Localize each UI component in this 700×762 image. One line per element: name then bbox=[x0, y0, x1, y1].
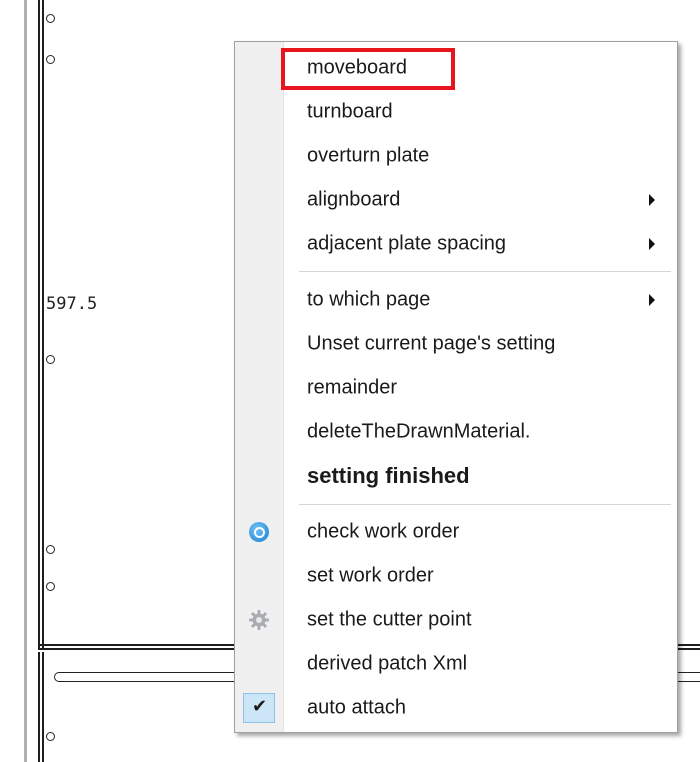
hole-marker bbox=[46, 582, 55, 591]
checkmark-icon: ✔ bbox=[243, 693, 275, 723]
menu-item-label: set work order bbox=[307, 564, 434, 587]
submenu-arrow-icon bbox=[649, 194, 655, 206]
menu-item-label: deleteTheDrawnMaterial. bbox=[307, 420, 531, 443]
menu-item-label: auto attach bbox=[307, 696, 406, 719]
canvas-frame-line bbox=[38, 652, 40, 762]
submenu-arrow-icon bbox=[649, 294, 655, 306]
menu-item-to-which-page[interactable]: to which page bbox=[235, 278, 677, 322]
coordinate-label: 597.5 bbox=[46, 294, 98, 314]
submenu-arrow-icon bbox=[649, 238, 655, 250]
menu-item-overturn-plate[interactable]: overturn plate bbox=[235, 134, 677, 178]
menu-item-label: alignboard bbox=[307, 188, 401, 211]
menu-item-setting-finished[interactable]: setting finished bbox=[235, 454, 677, 498]
menu-item-turnboard[interactable]: turnboard bbox=[235, 90, 677, 134]
menu-item-moveboard[interactable]: moveboard bbox=[235, 46, 677, 90]
menu-item-label: check work order bbox=[307, 520, 460, 543]
menu-item-label: moveboard bbox=[307, 56, 408, 79]
menu-item-label: set the cutter point bbox=[307, 608, 472, 631]
search-icon bbox=[249, 522, 269, 542]
canvas-frame-line bbox=[38, 0, 40, 648]
menu-item-set-work-order[interactable]: set work order bbox=[235, 554, 677, 598]
hole-marker bbox=[46, 355, 55, 364]
context-menu: moveboard turnboard overturn plate align… bbox=[234, 41, 678, 733]
menu-item-label: derived patch Xml bbox=[307, 652, 468, 675]
menu-separator bbox=[299, 504, 671, 506]
hole-marker bbox=[46, 545, 55, 554]
canvas-frame-line bbox=[42, 652, 44, 762]
gear-icon bbox=[249, 610, 269, 630]
menu-item-label: setting finished bbox=[307, 463, 470, 488]
menu-item-alignboard[interactable]: alignboard bbox=[235, 178, 677, 222]
menu-item-unset-page-setting[interactable]: Unset current page's setting bbox=[235, 322, 677, 366]
menu-item-remainder[interactable]: remainder bbox=[235, 366, 677, 410]
menu-item-label: overturn plate bbox=[307, 144, 430, 167]
menu-item-label: adjacent plate spacing bbox=[307, 232, 507, 255]
menu-item-label: turnboard bbox=[307, 100, 393, 123]
canvas-frame-line bbox=[42, 0, 44, 648]
menu-item-derived-patch-xml[interactable]: derived patch Xml bbox=[235, 642, 677, 686]
board-outline bbox=[54, 672, 256, 682]
menu-separator bbox=[299, 271, 671, 273]
menu-item-label: remainder bbox=[307, 376, 398, 399]
canvas-left-border bbox=[24, 0, 27, 762]
menu-item-adjacent-plate-spacing[interactable]: adjacent plate spacing bbox=[235, 222, 677, 266]
menu-item-label: to which page bbox=[307, 288, 431, 311]
menu-item-label: Unset current page's setting bbox=[307, 332, 556, 355]
menu-item-set-cutter-point[interactable]: set the cutter point bbox=[235, 598, 677, 642]
menu-item-check-work-order[interactable]: check work order bbox=[235, 510, 677, 554]
hole-marker bbox=[46, 55, 55, 64]
menu-item-auto-attach[interactable]: ✔ auto attach bbox=[235, 686, 677, 730]
hole-marker bbox=[46, 14, 55, 23]
menu-item-delete-drawn-material[interactable]: deleteTheDrawnMaterial. bbox=[235, 410, 677, 454]
hole-marker bbox=[46, 732, 55, 741]
